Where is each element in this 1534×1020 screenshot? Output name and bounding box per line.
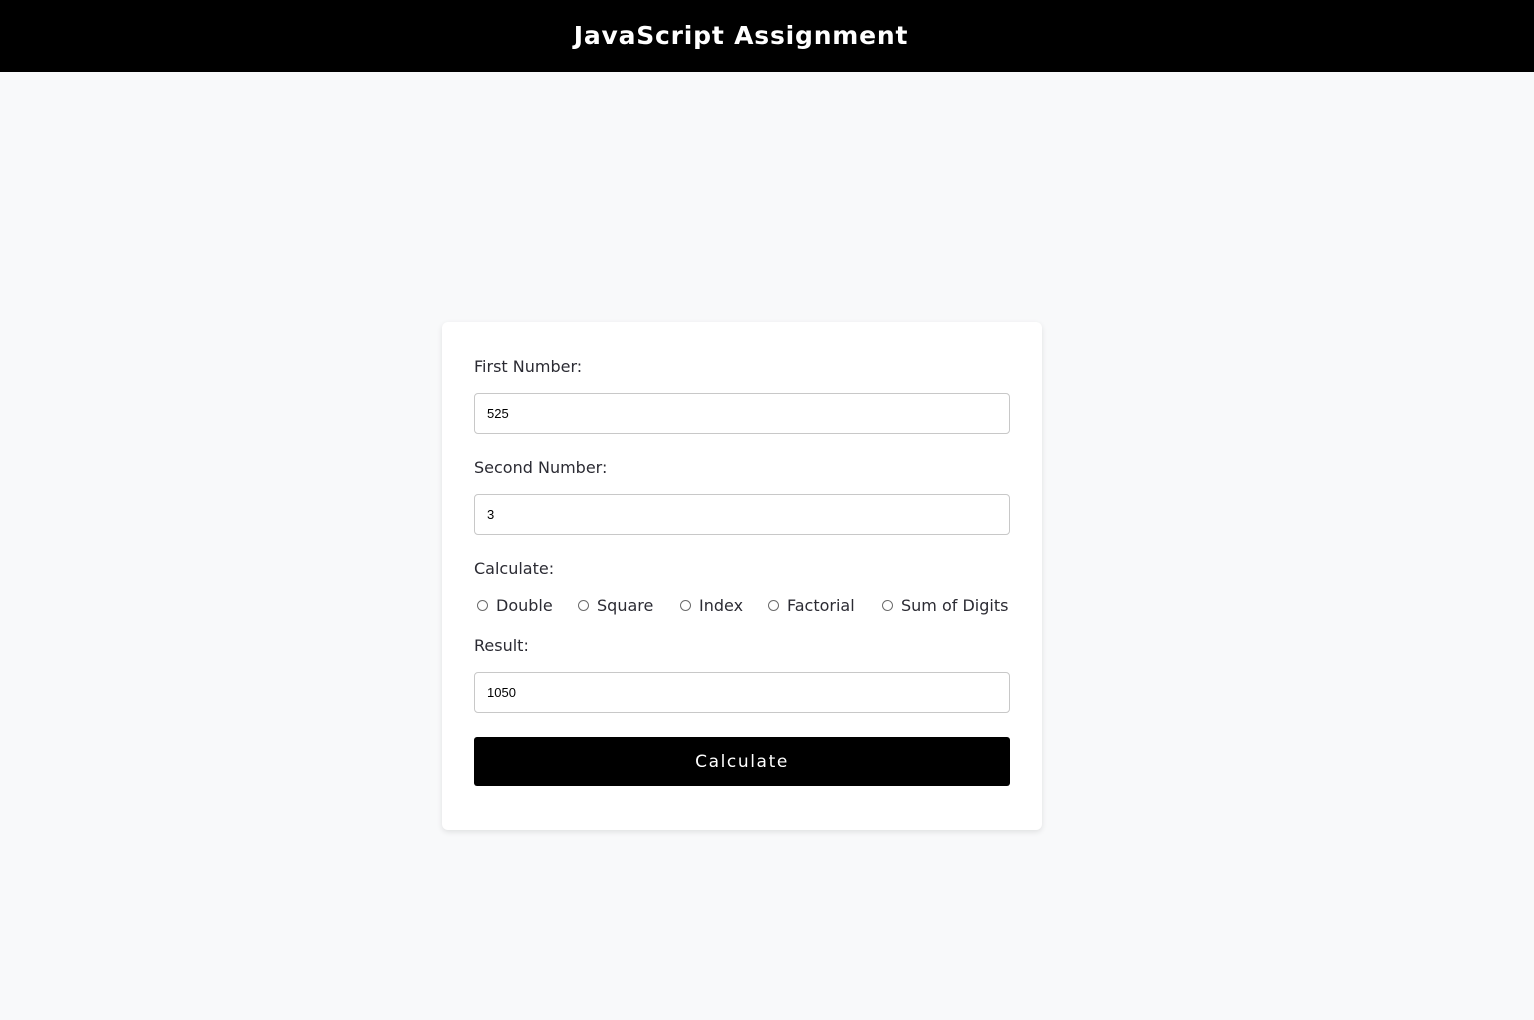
second-number-label: Second Number: <box>474 458 608 477</box>
app-header: JavaScript Assignment <box>0 0 1534 72</box>
radio-label-index: Index <box>699 595 744 615</box>
radio-option-sum-of-digits[interactable]: Sum of Digits <box>882 594 1008 616</box>
calculate-label: Calculate: <box>474 559 555 578</box>
page-title: JavaScript Assignment <box>573 20 909 50</box>
radio-circle-icon[interactable] <box>680 599 691 611</box>
radio-circle-icon[interactable] <box>768 599 779 611</box>
radio-label-sum-of-digits: Sum of Digits <box>901 595 1009 615</box>
operation-radio-group: Double Square Index Factorial Sum of Dig… <box>474 594 1014 616</box>
first-number-input[interactable] <box>474 393 1010 434</box>
radio-circle-icon[interactable] <box>477 599 488 611</box>
radio-option-index[interactable]: Index <box>680 594 743 616</box>
radio-option-square[interactable]: Square <box>578 594 653 616</box>
radio-label-factorial: Factorial <box>787 595 855 615</box>
second-number-input[interactable] <box>474 494 1010 535</box>
first-number-label: First Number: <box>474 357 583 376</box>
calculate-button[interactable]: Calculate <box>474 737 1010 786</box>
radio-circle-icon[interactable] <box>882 599 893 611</box>
result-output[interactable] <box>474 672 1010 713</box>
radio-label-square: Square <box>597 595 654 615</box>
radio-circle-icon[interactable] <box>578 599 589 611</box>
radio-label-double: Double <box>496 595 553 615</box>
radio-option-factorial[interactable]: Factorial <box>768 594 855 616</box>
radio-option-double[interactable]: Double <box>477 594 553 616</box>
result-label: Result: <box>474 636 529 655</box>
calculator-card: First Number: Second Number: Calculate: … <box>442 322 1042 830</box>
